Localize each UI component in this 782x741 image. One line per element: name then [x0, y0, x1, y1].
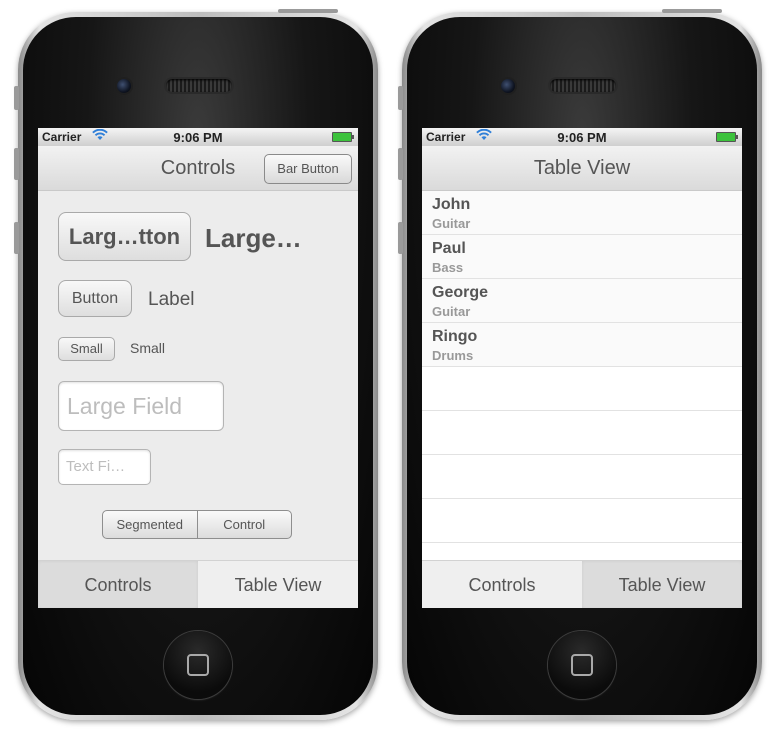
tab-table-view[interactable]: Table View: [198, 561, 358, 608]
speaker-grille: [550, 79, 616, 92]
volume-down-button: [14, 222, 19, 254]
power-button: [662, 9, 722, 13]
nav-title: Table View: [533, 157, 631, 179]
text-field[interactable]: Text Fi…: [58, 449, 151, 485]
tab-controls[interactable]: Controls: [422, 561, 582, 608]
bar-button[interactable]: Bar Button: [264, 154, 352, 184]
table-view: John Guitar Paul Bass George Guitar Ring…: [422, 191, 742, 560]
large-text-field[interactable]: Large Field: [58, 381, 224, 431]
screen-table-view: Carrier 9:06 PM Table View John Guitar P…: [422, 128, 742, 608]
navigation-bar: Table View: [422, 146, 742, 191]
power-button: [278, 9, 338, 13]
tab-table-view[interactable]: Table View: [582, 561, 742, 608]
standard-button[interactable]: Button: [58, 280, 132, 317]
mute-switch: [398, 86, 403, 110]
status-bar: Carrier 9:06 PM: [422, 128, 742, 146]
screen-controls: Carrier 9:06 PM Controls Bar Button Larg…: [38, 128, 358, 608]
small-button[interactable]: Small: [58, 337, 115, 361]
row-detail: Drums: [432, 348, 474, 363]
large-button[interactable]: Larg…tton: [58, 212, 191, 261]
large-label: Large…: [205, 223, 302, 253]
clock: 9:06 PM: [173, 130, 223, 145]
navigation-bar: Controls Bar Button: [38, 146, 358, 191]
empty-row: [422, 455, 742, 499]
row-title: George: [432, 284, 489, 301]
status-bar: Carrier 9:06 PM: [38, 128, 358, 146]
tab-controls[interactable]: Controls: [38, 561, 198, 608]
table-row[interactable]: Ringo Drums: [422, 323, 742, 367]
small-label: Small: [130, 340, 166, 356]
phone-bezel: Carrier 9:06 PM Controls Bar Button Larg…: [23, 17, 373, 715]
volume-down-button: [398, 222, 403, 254]
phone-bezel: Carrier 9:06 PM Table View John Guitar P…: [407, 17, 757, 715]
segment-control[interactable]: Control: [196, 511, 292, 538]
empty-row: [422, 411, 742, 455]
row-title: John: [432, 196, 471, 213]
iphone-left: Carrier 9:06 PM Controls Bar Button Larg…: [14, 9, 378, 720]
volume-up-button: [14, 148, 19, 180]
clock: 9:06 PM: [557, 130, 607, 145]
battery-icon: [716, 132, 738, 142]
camera-icon: [501, 79, 515, 93]
iphone-right: Carrier 9:06 PM Table View John Guitar P…: [398, 9, 762, 720]
camera-icon: [117, 79, 131, 93]
home-button-icon[interactable]: [548, 631, 616, 699]
volume-up-button: [398, 148, 403, 180]
row-detail: Guitar: [432, 216, 471, 231]
home-button-icon[interactable]: [164, 631, 232, 699]
table-row[interactable]: George Guitar: [422, 279, 742, 323]
row-title: Paul: [432, 240, 466, 257]
row-title: Ringo: [432, 328, 478, 345]
tab-bar: Controls Table View: [422, 560, 742, 608]
segmented-control: Segmented Control: [102, 510, 292, 539]
tab-bar: Controls Table View: [38, 560, 358, 608]
standard-label: Label: [148, 289, 195, 310]
table-row[interactable]: Paul Bass: [422, 235, 742, 279]
empty-row: [422, 367, 742, 411]
mute-switch: [14, 86, 19, 110]
segment-segmented[interactable]: Segmented: [103, 511, 197, 538]
battery-icon: [332, 132, 354, 142]
table-row[interactable]: John Guitar: [422, 191, 742, 235]
empty-row: [422, 499, 742, 543]
controls-content: Larg…tton Large… Button Label Small Smal…: [38, 191, 358, 560]
speaker-grille: [166, 79, 232, 92]
row-detail: Guitar: [432, 304, 471, 319]
row-detail: Bass: [432, 260, 464, 275]
